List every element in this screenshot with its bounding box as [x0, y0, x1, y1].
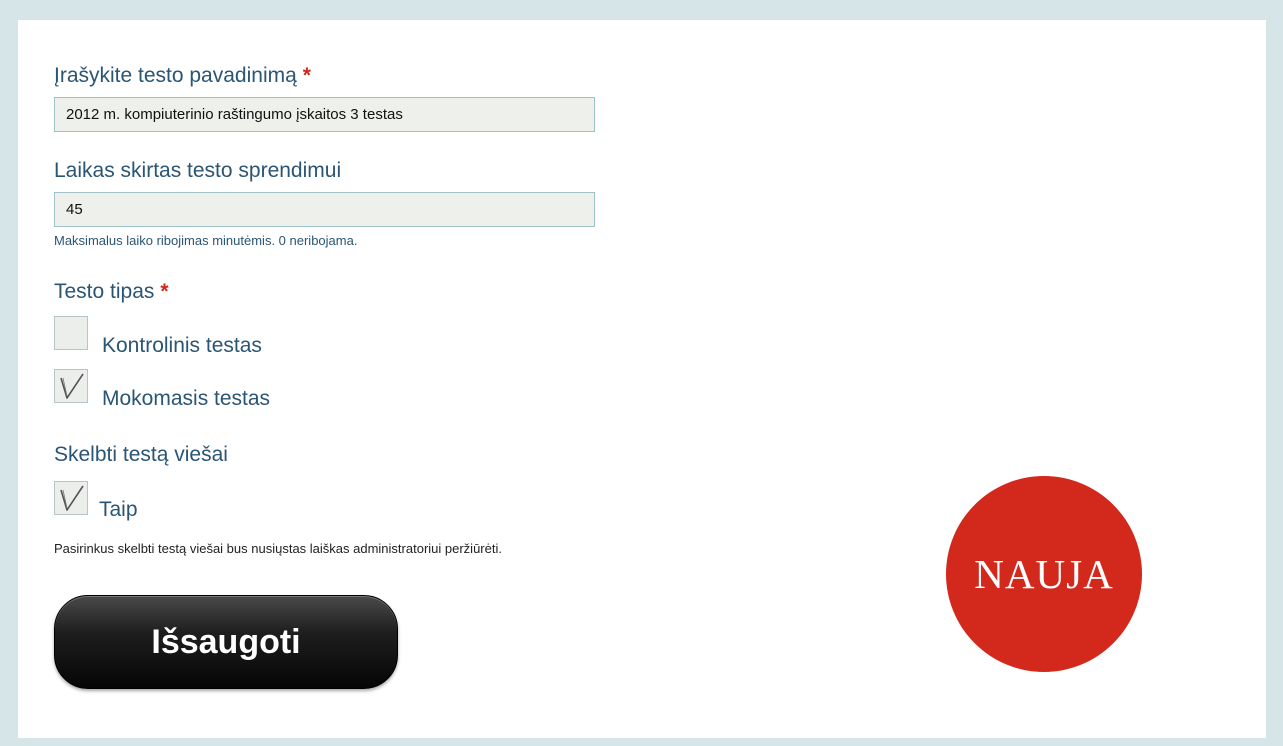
test-type-label-text: Testo tipas: [54, 280, 155, 303]
publish-yes-label[interactable]: Taip: [99, 498, 138, 522]
checkmark-icon: [60, 373, 84, 399]
time-limit-input[interactable]: 45: [54, 192, 595, 227]
new-badge: NAUJA: [946, 476, 1142, 672]
save-button-label: Išsaugoti: [151, 622, 301, 661]
test-name-label-text: Įrašykite testo pavadinimą: [54, 64, 297, 87]
test-type-label: Testo tipas *: [54, 280, 169, 304]
save-button[interactable]: Išsaugoti: [54, 595, 398, 689]
time-limit-hint: Maksimalus laiko ribojimas minutėmis. 0 …: [54, 233, 358, 248]
test-name-input[interactable]: 2012 m. kompiuterinio raštingumo įskaito…: [54, 97, 595, 132]
checkmark-icon: [60, 485, 84, 511]
control-test-label[interactable]: Kontrolinis testas: [102, 334, 262, 358]
publish-hint: Pasirinkus skelbti testą viešai bus nusi…: [54, 541, 502, 556]
required-mark: *: [160, 280, 169, 303]
training-test-label[interactable]: Mokomasis testas: [102, 387, 270, 411]
new-badge-text: NAUJA: [974, 551, 1114, 597]
publish-label: Skelbti testą viešai: [54, 443, 228, 466]
time-limit-label: Laikas skirtas testo sprendimui: [54, 159, 342, 182]
required-mark: *: [302, 64, 311, 87]
test-name-label: Įrašykite testo pavadinimą *: [54, 64, 311, 88]
publish-checkbox[interactable]: [54, 481, 88, 515]
control-test-checkbox[interactable]: [54, 316, 88, 350]
training-test-checkbox[interactable]: [54, 369, 88, 403]
